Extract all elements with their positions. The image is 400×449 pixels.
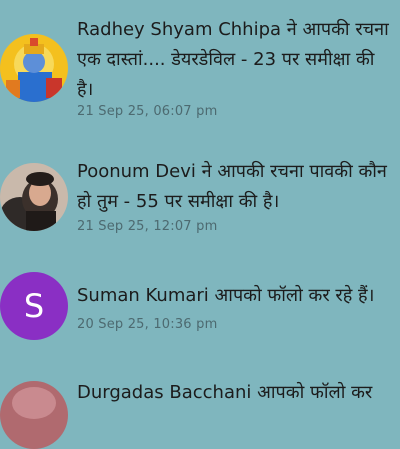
notification-message: Poonum Devi ने आपकी रचना पावकी कौन हो तु… — [77, 157, 395, 217]
notification-item[interactable]: S Suman Kumari आपको फॉलो कर रहे हैं। 20 … — [0, 250, 400, 370]
notification-time: 21 Sep 25, 12:07 pm — [77, 219, 218, 234]
notification-item[interactable]: Durgadas Bacchani आपको फॉलो कर — [0, 370, 400, 449]
notification-item[interactable]: Poonum Devi ने आपकी रचना पावकी कौन हो तु… — [0, 130, 400, 250]
notification-message: Suman Kumari आपको फॉलो कर रहे हैं। — [77, 281, 395, 311]
letter-avatar[interactable]: S — [0, 272, 68, 340]
avatar-letter: S — [23, 287, 45, 325]
notification-item[interactable]: Radhey Shyam Chhipa ने आपकी रचना एक दास्… — [0, 0, 400, 130]
notification-time: 21 Sep 25, 06:07 pm — [77, 104, 218, 119]
notification-text: आपको फॉलो कर रहे हैं। — [214, 285, 375, 306]
doll-avatar[interactable] — [0, 163, 68, 231]
user-name[interactable]: Suman Kumari — [77, 285, 209, 306]
notification-message: Radhey Shyam Chhipa ने आपकी रचना एक दास्… — [77, 15, 395, 105]
krishna-avatar[interactable] — [0, 34, 68, 102]
notification-message: Durgadas Bacchani आपको फॉलो कर — [77, 378, 395, 408]
photo-avatar[interactable] — [0, 381, 68, 449]
user-name[interactable]: Radhey Shyam Chhipa — [77, 19, 281, 40]
user-name[interactable]: Poonum Devi — [77, 161, 196, 182]
notification-time: 20 Sep 25, 10:36 pm — [77, 317, 218, 332]
